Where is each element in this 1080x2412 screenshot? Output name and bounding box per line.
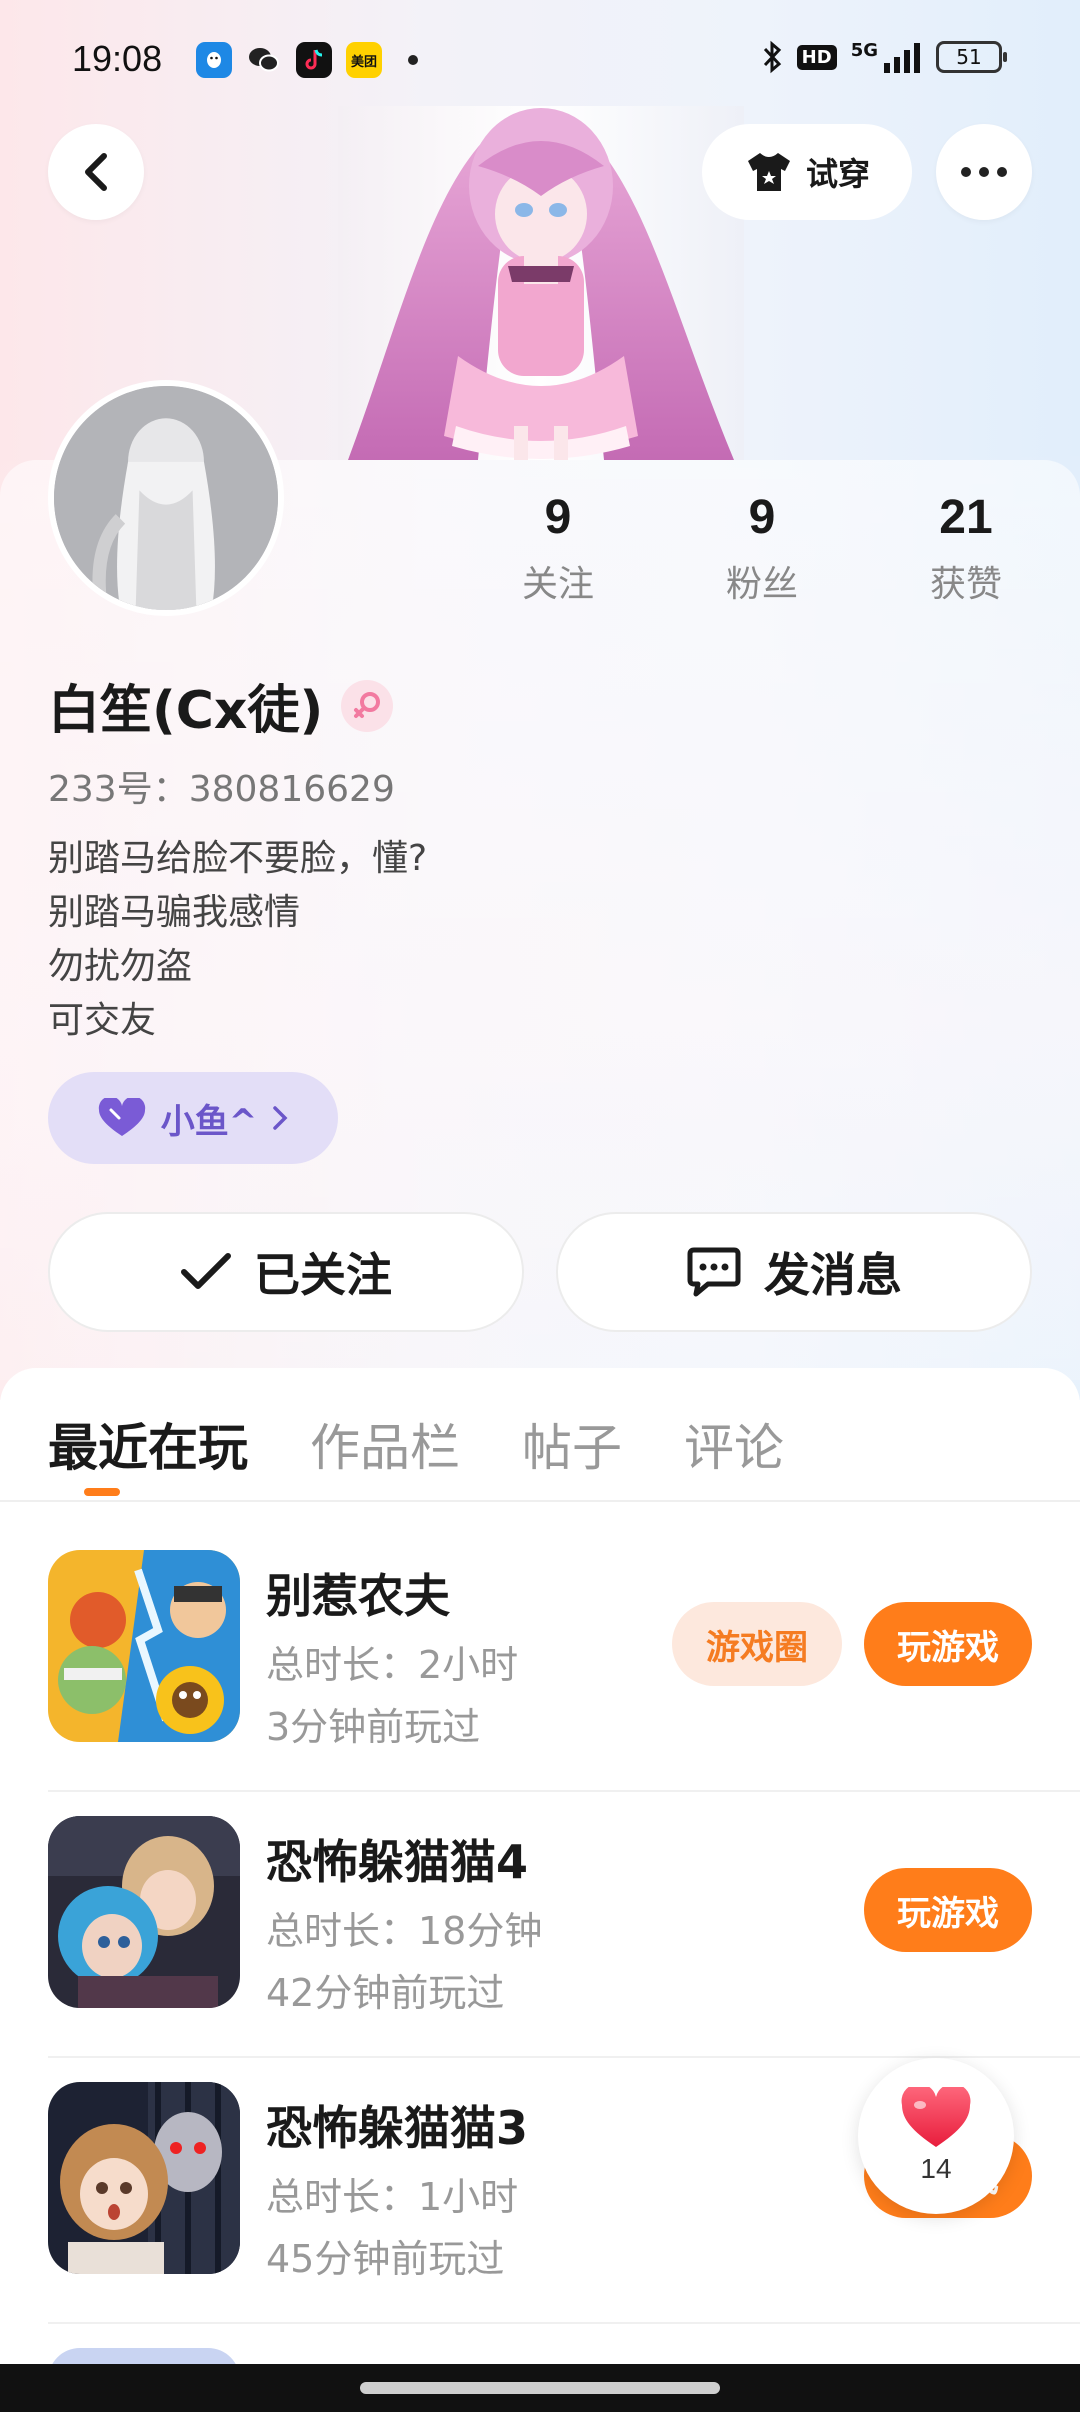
stat-likes-value: 21 <box>939 491 993 544</box>
notification-app-icons: 美团 <box>196 42 418 78</box>
stat-likes[interactable]: 21 获赞 <box>886 490 1046 607</box>
tab-recently-played[interactable]: 最近在玩 <box>48 1408 248 1480</box>
tab-posts[interactable]: 帖子 <box>522 1408 622 1480</box>
play-game-button[interactable]: 玩游戏 <box>864 1602 1032 1686</box>
send-message-label: 发消息 <box>764 1248 902 1302</box>
signal-icon <box>884 43 920 73</box>
game-icon <box>48 1816 240 2008</box>
game-last-played: 3分钟前玩过 <box>266 1705 481 1749</box>
more-dot <box>997 167 1007 177</box>
game-title: 恐怖躲猫猫3 <box>266 2101 529 2155</box>
relationship-tag-label: 小鱼^ <box>160 1101 258 1142</box>
stat-followers-value: 9 <box>748 491 776 544</box>
list-item[interactable]: 别惹农夫 总时长：2小时 3分钟前玩过 游戏圈 玩游戏 <box>48 1550 1080 1816</box>
network-type: 5G <box>850 39 878 61</box>
home-gesture-handle[interactable] <box>360 2382 720 2394</box>
play-game-button[interactable]: 玩游戏 <box>864 1868 1032 1952</box>
like-count: 14 <box>920 2153 952 2184</box>
user-name: 白笙(Cx徒) <box>48 681 324 741</box>
game-duration: 总时长：1小时 <box>266 2175 519 2219</box>
name-row: 白笙(Cx徒) <box>48 668 394 743</box>
tab-comments[interactable]: 评论 <box>684 1408 784 1480</box>
battery-indicator: 51 <box>936 41 1007 73</box>
active-tab-indicator <box>84 1488 120 1496</box>
heart-icon <box>98 1098 145 1136</box>
more-dot <box>979 167 989 177</box>
game-duration: 总时长：18分钟 <box>266 1909 543 1953</box>
douyin-icon <box>296 42 332 78</box>
chevron-left-icon <box>85 153 107 191</box>
relationship-tag[interactable]: 小鱼^ <box>48 1072 338 1164</box>
checkmark-icon <box>181 1253 231 1289</box>
stat-following-value: 9 <box>544 491 572 544</box>
qq-icon <box>196 42 232 78</box>
wechat-icon <box>246 42 282 78</box>
bio-line: 勿扰勿盗 <box>48 946 193 987</box>
game-last-played: 45分钟前玩过 <box>266 2237 505 2281</box>
bio-line: 别踏马骗我感情 <box>48 892 301 933</box>
stat-following[interactable]: 9 关注 <box>478 490 638 607</box>
bio-line: 别踏马给脸不要脸，懂? <box>48 838 428 879</box>
game-title: 恐怖躲猫猫4 <box>266 1835 529 1889</box>
content-panel: 最近在玩 作品栏 帖子 评论 别惹农夫 总时长：2小时 3分钟前玩过 游戏圈 玩… <box>0 1368 1080 2412</box>
following-label: 已关注 <box>254 1248 392 1302</box>
send-message-button[interactable]: 发消息 <box>556 1212 1032 1332</box>
tshirt-icon <box>747 153 790 191</box>
back-button[interactable] <box>48 124 144 220</box>
status-bar: 19:08 美团 HD 5G 51 <box>0 0 1080 120</box>
try-on-label: 试穿 <box>805 155 870 193</box>
female-gender-icon <box>341 679 394 732</box>
user-bio: 别踏马给脸不要脸，懂? 别踏马骗我感情 勿扰勿盗 可交友 <box>48 832 427 1048</box>
more-options-button[interactable] <box>936 124 1032 220</box>
following-button[interactable]: 已关注 <box>48 1212 524 1332</box>
game-icon <box>48 2082 240 2274</box>
tab-works[interactable]: 作品栏 <box>310 1408 460 1480</box>
chat-bubble-icon <box>687 1247 741 1297</box>
hd-badge: HD <box>796 44 837 70</box>
more-dot <box>961 167 971 177</box>
heart-icon <box>901 2087 971 2147</box>
stat-followers[interactable]: 9 粉丝 <box>682 490 842 607</box>
row-divider <box>48 1790 1080 1792</box>
game-title: 别惹农夫 <box>266 1569 450 1623</box>
bio-line: 可交友 <box>48 1000 157 1041</box>
user-id: 233号：380816629 <box>48 769 395 810</box>
row-divider <box>48 2322 1080 2324</box>
status-indicators: HD 5G 51 <box>761 39 1007 74</box>
bluetooth-icon <box>763 40 781 74</box>
stat-following-label: 关注 <box>521 564 594 605</box>
notification-more-dot <box>408 55 418 65</box>
game-circle-button[interactable]: 游戏圈 <box>672 1602 842 1686</box>
like-button[interactable]: 14 <box>858 2058 1014 2214</box>
game-duration: 总时长：2小时 <box>266 1643 519 1687</box>
avatar[interactable] <box>48 380 284 616</box>
stat-followers-label: 粉丝 <box>725 564 798 605</box>
game-last-played: 42分钟前玩过 <box>266 1971 505 2015</box>
game-icon <box>48 1550 240 1742</box>
battery-level: 51 <box>956 45 982 69</box>
chevron-right-icon <box>273 1106 288 1130</box>
stat-likes-label: 获赞 <box>929 564 1002 605</box>
meituan-icon: 美团 <box>346 42 382 78</box>
tabs-divider <box>0 1500 1080 1502</box>
status-time: 19:08 <box>72 38 163 79</box>
profile-tabs: 最近在玩 作品栏 帖子 评论 <box>48 1408 784 1480</box>
list-item[interactable]: 恐怖躲猫猫4 总时长：18分钟 42分钟前玩过 玩游戏 <box>48 1816 1080 2082</box>
profile-banner-character <box>338 106 744 460</box>
try-on-button[interactable]: 试穿 <box>702 124 912 220</box>
